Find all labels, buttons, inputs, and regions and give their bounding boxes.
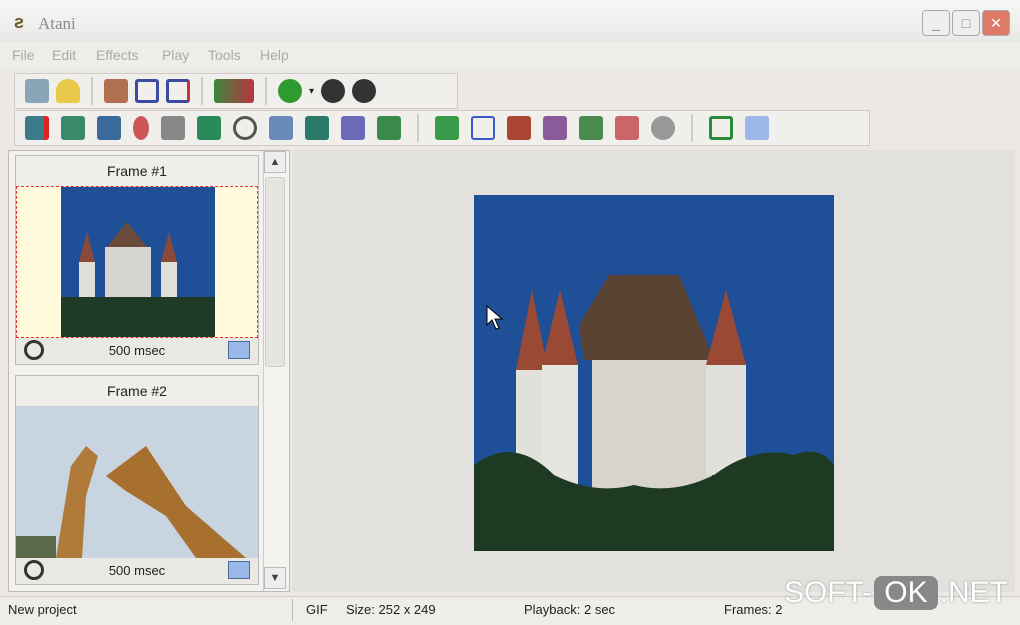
status-divider xyxy=(292,599,293,621)
preview-area xyxy=(292,150,1015,592)
watermark-part: OK xyxy=(874,576,938,610)
effect-icon[interactable] xyxy=(507,116,531,140)
delete-frame-icon[interactable] xyxy=(133,116,149,140)
add-frame-icon[interactable] xyxy=(25,116,49,140)
frame-delay: 500 msec xyxy=(108,343,166,358)
separator xyxy=(417,114,419,142)
duplicate-frame-icon[interactable] xyxy=(97,116,121,140)
frame-properties-icon[interactable] xyxy=(228,561,250,579)
close-button[interactable]: ✕ xyxy=(982,10,1010,36)
frame-list: Frame #1 500 msec Frame #2 500 msec ▲ ▼ xyxy=(8,150,290,592)
save-animation-icon[interactable] xyxy=(214,79,254,103)
status-project: New project xyxy=(8,602,77,617)
preview-icon[interactable] xyxy=(745,116,769,140)
castle-image xyxy=(61,187,215,337)
menu-help[interactable]: Help xyxy=(260,47,289,63)
menu-play[interactable]: Play xyxy=(162,47,189,63)
scroll-up-icon[interactable]: ▲ xyxy=(264,151,286,173)
stop-icon[interactable] xyxy=(352,79,377,103)
title-bar: ƨ Atani _ □ ✕ xyxy=(0,0,1020,42)
play-dropdown-icon[interactable]: ▾ xyxy=(309,86,314,97)
frame-item[interactable]: Frame #2 500 msec xyxy=(15,375,259,585)
move-down-icon[interactable] xyxy=(197,116,221,140)
frame-label: Frame #1 xyxy=(16,156,258,186)
open-icon[interactable] xyxy=(56,79,80,103)
vertical-scrollbar[interactable]: ▲ ▼ xyxy=(263,151,287,591)
menu-effects[interactable]: Effects xyxy=(96,47,139,63)
optimize-icon[interactable] xyxy=(651,116,675,140)
status-format: GIF xyxy=(306,602,328,617)
scrollbar-thumb[interactable] xyxy=(265,177,285,367)
window-title: Atani xyxy=(38,14,76,33)
move-up-icon[interactable] xyxy=(161,116,185,140)
frame-properties-icon[interactable] xyxy=(228,341,250,359)
separator xyxy=(201,77,203,105)
minimize-button[interactable]: _ xyxy=(922,10,950,36)
frame-properties-icon[interactable] xyxy=(269,116,293,140)
frame-footer: 500 msec xyxy=(16,338,258,364)
status-size: Size: 252 x 249 xyxy=(346,602,436,617)
separator xyxy=(691,114,693,142)
watermark-part: SOFT- xyxy=(783,576,873,609)
frame-item[interactable]: Frame #1 500 msec xyxy=(15,155,259,365)
frame-footer: 500 msec xyxy=(16,558,258,584)
reverse-icon[interactable] xyxy=(377,116,401,140)
frame-delay: 500 msec xyxy=(108,563,166,578)
menu-tools[interactable]: Tools xyxy=(208,47,241,63)
play-icon[interactable] xyxy=(278,79,302,103)
rotate-icon[interactable] xyxy=(579,116,603,140)
frame-thumbnail[interactable] xyxy=(16,406,258,558)
toolbar-file: ▾ xyxy=(14,73,458,109)
app-icon: ƨ xyxy=(14,12,25,32)
save-as-icon[interactable] xyxy=(166,79,190,103)
watermark: SOFT- OK .NET xyxy=(784,576,1008,610)
mouse-cursor-icon xyxy=(486,305,504,330)
giraffes-image xyxy=(16,446,246,558)
watermark-part: .NET xyxy=(939,576,1008,609)
status-playback: Playback: 2 sec xyxy=(524,602,616,617)
save-icon[interactable] xyxy=(135,79,159,103)
wizard-icon[interactable] xyxy=(104,79,128,103)
new-project-icon[interactable] xyxy=(25,79,49,103)
menu-bar: File Edit Effects Play Tools Help xyxy=(0,42,1020,70)
transition-icon[interactable] xyxy=(543,116,567,140)
insert-frame-icon[interactable] xyxy=(61,116,85,140)
pause-icon[interactable] xyxy=(321,79,346,103)
resize-icon[interactable] xyxy=(341,116,365,140)
color-icon[interactable] xyxy=(615,116,639,140)
toolbar-frames xyxy=(14,110,870,146)
frame-thumbnail[interactable] xyxy=(16,186,258,338)
frame-delay-icon[interactable] xyxy=(233,116,257,140)
menu-file[interactable]: File xyxy=(12,47,35,63)
menu-edit[interactable]: Edit xyxy=(52,47,76,63)
maximize-button[interactable]: □ xyxy=(952,10,980,36)
frame-label: Frame #2 xyxy=(16,376,258,406)
separator xyxy=(91,77,93,105)
separator xyxy=(265,77,267,105)
timer-icon[interactable] xyxy=(24,560,44,580)
status-frames: Frames: 2 xyxy=(724,602,783,617)
scroll-down-icon[interactable]: ▼ xyxy=(264,567,286,589)
crop-icon[interactable] xyxy=(305,116,329,140)
castle-preview-image xyxy=(474,195,834,551)
select-icon[interactable] xyxy=(471,116,495,140)
timer-icon[interactable] xyxy=(24,340,44,360)
copy-icon[interactable] xyxy=(435,116,459,140)
export-icon[interactable] xyxy=(709,116,733,140)
